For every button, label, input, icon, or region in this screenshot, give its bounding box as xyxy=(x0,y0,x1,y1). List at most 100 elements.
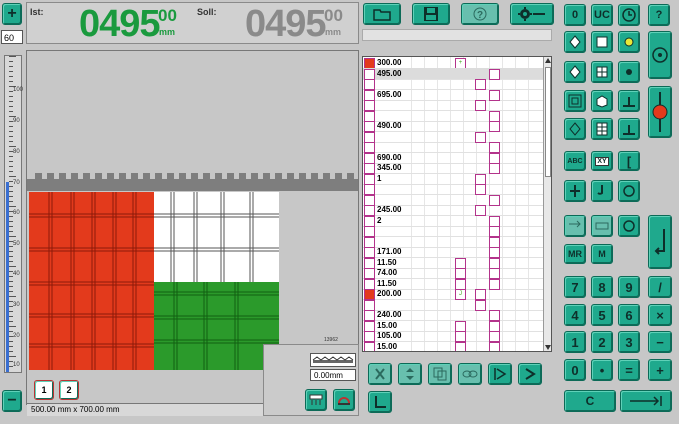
diamond-icon xyxy=(569,35,581,49)
key-eight[interactable]: 8 xyxy=(591,276,613,298)
key-minus[interactable]: − xyxy=(648,331,672,353)
key-multiply[interactable]: × xyxy=(648,304,672,326)
ruler-tick xyxy=(9,256,13,257)
scroll-thumb[interactable] xyxy=(545,67,551,177)
key-three[interactable]: 3 xyxy=(618,331,640,353)
copy-button[interactable] xyxy=(428,363,452,385)
t-profile-2-button[interactable] xyxy=(618,118,640,140)
clear-button[interactable]: C xyxy=(564,390,616,412)
target-button[interactable] xyxy=(618,215,640,237)
comb-tooth xyxy=(227,173,234,180)
key-uc[interactable]: UC xyxy=(591,4,613,26)
bar-arrow-icon xyxy=(494,368,507,380)
enter-button[interactable] xyxy=(648,215,672,269)
bracket-button[interactable]: [ xyxy=(618,151,640,171)
comb-tooth xyxy=(311,173,318,180)
step-field[interactable]: 60 xyxy=(1,30,23,44)
square-icon xyxy=(596,36,608,48)
key-plus[interactable]: + xyxy=(648,359,672,381)
arrows-button[interactable] xyxy=(564,215,586,237)
chain-icon xyxy=(462,370,478,378)
key-dot[interactable]: • xyxy=(591,359,613,381)
step-into-button[interactable] xyxy=(488,363,512,385)
ruler-tick xyxy=(9,216,13,217)
ruler-label: 20 xyxy=(13,333,20,339)
link-button[interactable] xyxy=(458,363,482,385)
abc-button[interactable]: ABC xyxy=(564,151,586,171)
offset-field[interactable]: 0.00mm xyxy=(310,369,356,381)
rotate-icon xyxy=(569,65,581,79)
question-icon: ? xyxy=(473,7,487,21)
key-one[interactable]: 1 xyxy=(564,331,586,353)
scroll-up-arrow[interactable] xyxy=(545,58,551,63)
row-value: 690.00 xyxy=(377,152,402,162)
mirror-tool-button[interactable] xyxy=(564,118,586,140)
ruler-tick xyxy=(9,171,13,172)
hook-button[interactable] xyxy=(591,180,613,202)
mr-button[interactable]: MR xyxy=(564,244,586,264)
help-button[interactable]: ? xyxy=(648,4,670,26)
help-disabled-button[interactable]: ? xyxy=(461,3,499,25)
key-six[interactable]: 6 xyxy=(618,304,640,326)
tab-button[interactable] xyxy=(620,390,672,412)
cut-list-table[interactable]: 300.00 +495.00 695.00 490.00 690.00 345.00 1 24… xyxy=(362,56,552,352)
light-button[interactable] xyxy=(618,31,640,53)
ruler-tick xyxy=(9,231,13,232)
square-tool-button[interactable] xyxy=(591,31,613,53)
blade-icon xyxy=(338,397,350,405)
rotate-tool-button[interactable] xyxy=(564,61,586,83)
scroll-down-arrow[interactable] xyxy=(545,345,551,350)
key-nine[interactable]: 9 xyxy=(618,276,640,298)
comb-tooth xyxy=(215,173,222,180)
frame-icon xyxy=(568,94,582,108)
page-1-button[interactable]: 1 xyxy=(34,380,54,400)
save-button[interactable] xyxy=(412,3,450,25)
settings-button[interactable] xyxy=(510,3,554,25)
align-button[interactable] xyxy=(564,180,586,202)
panel-tool-button[interactable] xyxy=(591,118,613,140)
increment-button[interactable]: + xyxy=(2,3,22,25)
xy-label: XY xyxy=(595,156,609,166)
saw-preview-number: 13962 xyxy=(324,337,338,343)
table-row[interactable]: 15.00 xyxy=(363,341,551,351)
comb-graphic xyxy=(27,173,358,191)
open-folder-button[interactable] xyxy=(363,3,401,25)
cycle-button[interactable] xyxy=(618,180,640,202)
cube-tool-button[interactable] xyxy=(591,90,613,112)
ruler-tick xyxy=(9,266,16,267)
spindle-button[interactable] xyxy=(648,31,672,79)
key-five[interactable]: 5 xyxy=(591,304,613,326)
saw-mode-button[interactable] xyxy=(305,389,327,411)
soll-unit: mm xyxy=(325,27,342,37)
blade-mode-button[interactable] xyxy=(333,389,355,411)
decrement-button[interactable]: − xyxy=(2,390,22,412)
transfer-button[interactable] xyxy=(591,215,613,237)
table-scrollbar[interactable] xyxy=(543,57,551,351)
key-four[interactable]: 4 xyxy=(564,304,586,326)
m-button[interactable]: M xyxy=(591,244,613,264)
shape-tool-button[interactable] xyxy=(564,31,586,53)
cross-tool-button[interactable] xyxy=(368,363,392,385)
t-profile-button[interactable] xyxy=(618,90,640,112)
page-2-button[interactable]: 2 xyxy=(59,380,79,400)
key-equals[interactable]: = xyxy=(618,359,640,381)
ruler-tick xyxy=(9,81,13,82)
ruler-tick xyxy=(9,106,13,107)
next-button[interactable] xyxy=(518,363,542,385)
xy-button[interactable]: XY xyxy=(591,151,613,171)
dimensions-bar: 500.00 mm x 700.00 mm xyxy=(27,403,263,416)
key-zero-top[interactable]: 0 xyxy=(564,4,586,26)
saw-blade-button[interactable] xyxy=(648,86,672,138)
key-zero[interactable]: 0 xyxy=(564,359,586,381)
key-divide[interactable]: / xyxy=(648,276,672,298)
vertical-move-button[interactable] xyxy=(398,363,422,385)
comb-tooth xyxy=(203,173,210,180)
clock-button[interactable] xyxy=(618,4,640,26)
row-value: 240.00 xyxy=(377,310,402,319)
key-two[interactable]: 2 xyxy=(591,331,613,353)
grid-tool-button[interactable] xyxy=(591,61,613,83)
key-seven[interactable]: 7 xyxy=(564,276,586,298)
corner-tool-button[interactable] xyxy=(368,391,392,413)
frame-tool-button[interactable] xyxy=(564,90,586,112)
dot-button[interactable] xyxy=(618,61,640,83)
